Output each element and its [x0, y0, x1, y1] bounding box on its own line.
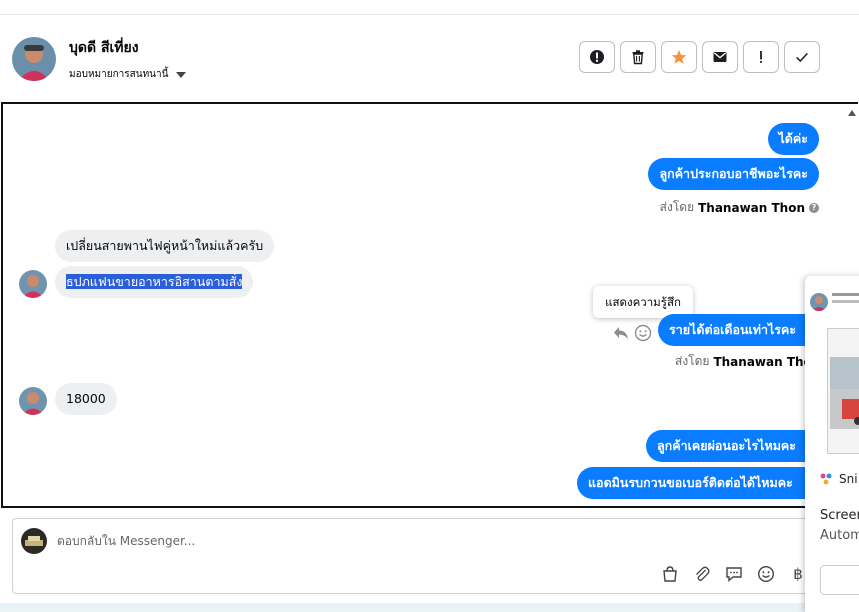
- mark-spam-button[interactable]: [579, 41, 615, 73]
- contact-avatar[interactable]: [12, 37, 56, 81]
- sent-by-prefix: ส่งโดย: [659, 200, 695, 214]
- composer-tools: ฿: [659, 563, 809, 585]
- emoji-button[interactable]: [755, 563, 777, 585]
- header-toolbar: [579, 41, 820, 73]
- contact-avatar-small[interactable]: [19, 270, 47, 298]
- snip-action-button[interactable]: [820, 565, 859, 595]
- assign-label: มอบหมายการสนทนานี้: [69, 69, 169, 80]
- scroll-up-arrow-icon[interactable]: [848, 110, 856, 116]
- follow-up-button[interactable]: [743, 41, 779, 73]
- spam-alert-icon: [590, 50, 604, 64]
- mark-done-button[interactable]: [784, 41, 820, 73]
- exclamation-icon: [760, 51, 762, 63]
- message-outgoing[interactable]: แอดมินรบกวนขอเบอร์ติดต่อได้ไหมคะ: [577, 467, 833, 499]
- preview-text-line: [832, 300, 859, 303]
- reply-icon[interactable]: [613, 326, 629, 340]
- message-outgoing[interactable]: ลูกค้าประกอบอาชีพอะไรคะ: [648, 158, 819, 190]
- shopping-bag-button[interactable]: [659, 563, 681, 585]
- snip-subtitle: Autom: [820, 528, 859, 543]
- message-incoming[interactable]: ธปภแฟนขายอาหารอิสานตามสั่ง: [55, 266, 254, 298]
- paperclip-icon: [696, 566, 710, 581]
- baht-icon: ฿: [793, 565, 803, 583]
- message-incoming[interactable]: 18000: [55, 383, 117, 415]
- reply-composer: ฿: [12, 518, 859, 594]
- star-icon: [671, 50, 687, 64]
- snip-app-header: Sni: [819, 472, 858, 486]
- reply-input[interactable]: [57, 530, 557, 552]
- delete-button[interactable]: [620, 41, 656, 73]
- sent-by-label: ส่งโดย Thanawan Thon: [675, 352, 820, 371]
- caret-down-icon: [176, 71, 187, 78]
- sent-by-label: ส่งโดย Thanawan Thon ?: [660, 198, 819, 217]
- envelope-icon: [713, 52, 727, 62]
- snip-app-name: Sni: [839, 472, 858, 486]
- message-incoming[interactable]: เปลี่ยนสายพานไฟคู่หน้าใหม่แล้วครับ: [55, 230, 275, 262]
- conversation-header: บุดดี สีเที่ยง มอบหมายการสนทนานี้: [0, 15, 859, 102]
- snip-title: Screen: [820, 508, 859, 523]
- check-icon: [796, 52, 808, 63]
- contact-avatar-small[interactable]: [19, 387, 47, 415]
- message-thread[interactable]: ได้ค่ะ ลูกค้าประกอบอาชีพอะไรคะ ส่งโดย Th…: [1, 102, 858, 508]
- trash-icon: [632, 50, 644, 65]
- conversation-preview-thumbnail: [805, 276, 859, 454]
- star-button[interactable]: [661, 41, 697, 73]
- message-outgoing[interactable]: ได้ค่ะ: [767, 123, 819, 155]
- shopping-bag-icon: [663, 566, 677, 582]
- contact-name[interactable]: บุดดี สีเที่ยง: [69, 37, 139, 59]
- preview-photo: [827, 328, 859, 454]
- mark-unread-button[interactable]: [702, 41, 738, 73]
- snip-notification-panel[interactable]: Sni Screen Autom: [805, 276, 859, 612]
- attach-button[interactable]: [691, 563, 713, 585]
- saved-replies-button[interactable]: [723, 563, 745, 585]
- chat-bubble-icon: [726, 567, 742, 583]
- selected-message-text: ธปภแฟนขายอาหารอิสานตามสั่ง: [66, 274, 243, 289]
- page-avatar: [21, 528, 47, 554]
- snip-app-icon: [820, 473, 832, 485]
- sent-by-prefix: ส่งโดย: [675, 354, 710, 368]
- emoji-icon: [757, 565, 775, 583]
- preview-text-line: [832, 293, 859, 296]
- smiley-react-icon[interactable]: [634, 324, 652, 342]
- sent-by-agent[interactable]: Thanawan Thon: [698, 201, 805, 215]
- assign-conversation-dropdown[interactable]: มอบหมายการสนทนานี้: [69, 67, 187, 82]
- info-icon[interactable]: ?: [809, 202, 819, 213]
- preview-avatar: [810, 293, 828, 311]
- bottom-strip: [0, 603, 859, 612]
